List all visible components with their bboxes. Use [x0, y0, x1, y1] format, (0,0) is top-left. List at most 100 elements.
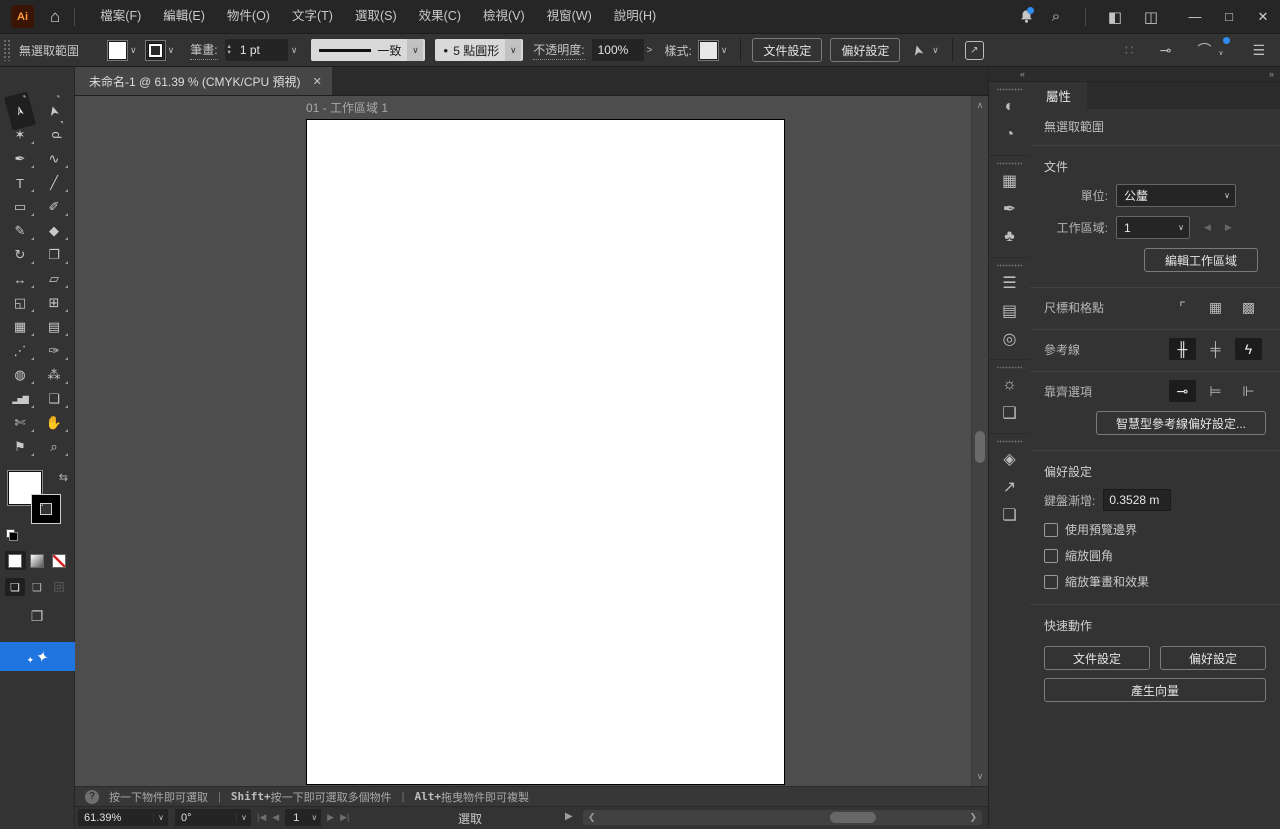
- menu-edit[interactable]: 編輯(E): [152, 0, 216, 33]
- canvas[interactable]: 01 - 工作區域 1 ∧ ∨: [75, 96, 988, 786]
- quick-preferences-button[interactable]: 偏好設定: [1160, 646, 1266, 670]
- artboard[interactable]: [306, 119, 785, 785]
- symbols-panel-icon[interactable]: ♣: [989, 223, 1030, 251]
- tab-properties[interactable]: 屬性: [1030, 82, 1088, 109]
- dock-grip[interactable]: [997, 437, 1022, 445]
- notifications-bell-icon[interactable]: [1011, 0, 1041, 33]
- arrow-right-icon[interactable]: >: [644, 45, 656, 56]
- next-artboard-icon[interactable]: ▶: [327, 812, 334, 823]
- close-button[interactable]: ✕: [1246, 0, 1280, 33]
- brush-definition-dropdown[interactable]: ● 5 點圓形 ∨: [435, 39, 524, 61]
- none-mode-button[interactable]: [49, 551, 70, 570]
- document-tab[interactable]: 未命名-1 @ 61.39 % (CMYK/CPU 預視) ✕: [75, 67, 332, 95]
- snap-to-guides-icon[interactable]: ⊸: [1160, 42, 1172, 59]
- curvature-tool[interactable]: ∿: [37, 147, 71, 171]
- shaper-tool[interactable]: ✎: [3, 219, 37, 243]
- slice-tool[interactable]: ✄: [3, 411, 37, 435]
- chevron-down-icon[interactable]: ∨: [718, 45, 731, 56]
- stroke-color-control[interactable]: ∨: [144, 39, 178, 61]
- horizontal-scroll-thumb[interactable]: [830, 812, 877, 823]
- paintbrush-tool[interactable]: ✐: [37, 195, 71, 219]
- appearance-panel-icon[interactable]: ☼: [989, 371, 1030, 399]
- share-icon[interactable]: ↗: [964, 40, 984, 60]
- line-segment-tool[interactable]: ╱: [37, 171, 71, 195]
- previous-artboard-icon[interactable]: ◀: [272, 812, 279, 823]
- scroll-left-icon[interactable]: ❮: [583, 812, 601, 823]
- stroke-panel-icon[interactable]: ☰: [989, 269, 1030, 297]
- stroke-stepper[interactable]: ▴ ▾: [224, 39, 234, 61]
- stroke-swatch[interactable]: [144, 39, 166, 61]
- menu-help[interactable]: 說明(H): [603, 0, 667, 33]
- magic-wand-tool[interactable]: ✶: [3, 123, 37, 147]
- generate-vectors-button[interactable]: 產生向量: [1044, 678, 1266, 702]
- illustrator-app-icon[interactable]: Ai: [11, 5, 34, 28]
- gradient-panel-icon[interactable]: ▤: [989, 297, 1030, 325]
- use-preview-bounds-checkbox[interactable]: [1044, 522, 1058, 537]
- menu-type[interactable]: 文字(T): [281, 0, 344, 33]
- chevron-down-icon[interactable]: ∨: [153, 813, 168, 822]
- width-tool[interactable]: ↔: [3, 267, 37, 291]
- zoom-level-dropdown[interactable]: 61.39% ∨: [78, 809, 168, 826]
- search-icon[interactable]: ⌕: [1041, 0, 1071, 33]
- blend-tool[interactable]: ⋰: [3, 339, 37, 363]
- eyedropper-tool[interactable]: ✑: [37, 339, 71, 363]
- style-swatch[interactable]: [697, 39, 719, 61]
- selection-options-control[interactable]: ➤ ∨: [907, 42, 941, 59]
- symbol-sprayer-tool[interactable]: ⁂: [37, 363, 71, 387]
- screen-mode-icon[interactable]: ❐: [25, 608, 49, 625]
- quick-document-setup-button[interactable]: 文件設定: [1044, 646, 1150, 670]
- maximize-button[interactable]: □: [1212, 0, 1246, 33]
- dock-grip[interactable]: [997, 363, 1022, 371]
- stroke-weight-control[interactable]: ▴ ▾ 1 pt ∨: [224, 39, 301, 61]
- shape-builder-tool[interactable]: ◱: [3, 291, 37, 315]
- snapping-options-icon[interactable]: ⌒ ∨: [1197, 37, 1231, 60]
- dock-grip[interactable]: [997, 261, 1022, 269]
- scale-corners-checkbox[interactable]: [1044, 548, 1058, 563]
- chevron-down-icon[interactable]: ∨: [165, 45, 178, 56]
- dock-grip[interactable]: [997, 159, 1022, 167]
- generative-ai-button[interactable]: ✦ ✦: [0, 642, 75, 671]
- lock-guides-icon[interactable]: ╪: [1202, 338, 1229, 360]
- transparency-grid-icon[interactable]: ▩: [1235, 296, 1262, 318]
- scroll-up-icon[interactable]: ∧: [972, 100, 988, 111]
- color-panel-icon[interactable]: ◐: [989, 93, 1030, 121]
- chevron-down-icon[interactable]: ∨: [1219, 191, 1235, 200]
- snap-to-pixel-icon[interactable]: ⊩: [1235, 380, 1262, 402]
- chevron-down-icon[interactable]: ∨: [127, 45, 140, 56]
- horizontal-scrollbar[interactable]: ❮ ❯: [583, 810, 982, 825]
- first-artboard-icon[interactable]: |◀: [257, 812, 266, 823]
- keyboard-increment-field[interactable]: 0.3528 m: [1103, 489, 1172, 511]
- perspective-grid-tool[interactable]: ⊞: [37, 291, 71, 315]
- gradient-tool[interactable]: ▤: [37, 315, 71, 339]
- scale-strokes-effects-checkbox[interactable]: [1044, 574, 1058, 589]
- menu-view[interactable]: 檢視(V): [472, 0, 536, 33]
- opacity-label[interactable]: 不透明度:: [533, 41, 585, 60]
- zoom-tool[interactable]: ⌕: [37, 435, 71, 459]
- chevron-down-icon[interactable]: ∨: [1173, 223, 1189, 232]
- chevron-down-icon[interactable]: ∨: [929, 45, 942, 56]
- width-profile-dropdown[interactable]: 一致 ∨: [311, 39, 426, 61]
- stroke-weight-value[interactable]: 1 pt: [233, 39, 288, 61]
- free-transform-tool[interactable]: ▱: [37, 267, 71, 291]
- snap-to-grid-icon[interactable]: ⊨: [1202, 380, 1229, 402]
- chevron-down-icon[interactable]: ∨: [505, 39, 522, 61]
- minimize-button[interactable]: —: [1178, 0, 1212, 33]
- unit-dropdown[interactable]: 公釐 ∨: [1116, 184, 1236, 207]
- swatches-panel-icon[interactable]: ▦: [989, 167, 1030, 195]
- menu-object[interactable]: 物件(O): [216, 0, 281, 33]
- artboard-tool[interactable]: ❏: [37, 387, 71, 411]
- pen-tool[interactable]: ✒: [3, 147, 37, 171]
- chevron-down-icon[interactable]: ∨: [236, 813, 251, 822]
- asset-export-panel-icon[interactable]: ↗: [989, 473, 1030, 501]
- graphic-styles-panel-icon[interactable]: ❑: [989, 399, 1030, 427]
- layers-panel-icon[interactable]: ◈: [989, 445, 1030, 473]
- menu-window[interactable]: 視窗(W): [536, 0, 603, 33]
- vertical-scrollbar[interactable]: ∧ ∨: [971, 96, 988, 786]
- opacity-control[interactable]: 100% >: [591, 39, 656, 61]
- rectangle-tool[interactable]: ▭: [3, 195, 37, 219]
- rotation-dropdown[interactable]: 0° ∨: [175, 809, 251, 826]
- align-options-icon[interactable]: ∷: [1125, 42, 1134, 59]
- menu-file[interactable]: 檔案(F): [89, 0, 152, 33]
- eraser-tool[interactable]: ◆: [37, 219, 71, 243]
- workspace-switcher-icon[interactable]: ◧: [1100, 0, 1130, 33]
